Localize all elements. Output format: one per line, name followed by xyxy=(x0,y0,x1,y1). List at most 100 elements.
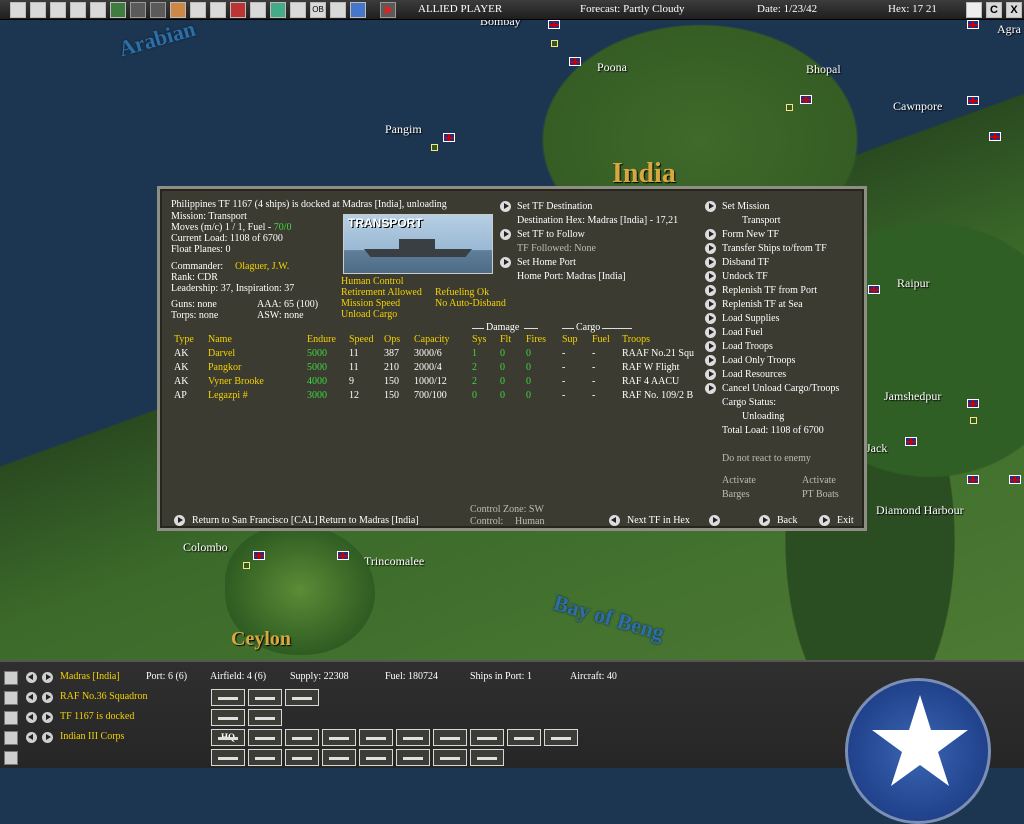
reports-icon[interactable] xyxy=(50,2,66,18)
menu-arrow-icon[interactable] xyxy=(705,229,716,240)
base-flag[interactable] xyxy=(569,57,581,66)
menu-arrow-icon[interactable] xyxy=(705,341,716,352)
menu-arrow-icon[interactable] xyxy=(705,299,716,310)
ship-name-link[interactable]: Legazpi # xyxy=(208,389,248,403)
set-follow-button[interactable]: Set TF to Follow xyxy=(517,228,585,242)
base-flag[interactable] xyxy=(443,133,455,142)
base-flag[interactable] xyxy=(548,20,560,29)
airbase-marker[interactable] xyxy=(551,40,558,47)
tf-status[interactable]: TF 1167 is docked xyxy=(60,711,134,722)
menu-arrow-icon[interactable] xyxy=(705,369,716,380)
prev-tf-icon[interactable] xyxy=(26,712,37,723)
ground-unit-button[interactable] xyxy=(322,729,356,746)
base-flag[interactable] xyxy=(868,285,880,294)
exit-button[interactable]: Exit xyxy=(837,514,854,528)
base-flag[interactable] xyxy=(967,475,979,484)
ground-unit-button[interactable] xyxy=(470,729,504,746)
unit-type-button[interactable] xyxy=(396,749,430,766)
prev-air-icon[interactable] xyxy=(26,692,37,703)
next-air-icon[interactable] xyxy=(42,692,53,703)
exit-arrow-icon[interactable] xyxy=(819,515,830,526)
air-unit-button[interactable] xyxy=(285,689,319,706)
header-col-fuel[interactable]: Fuel xyxy=(592,333,610,347)
menu-arrow-icon[interactable] xyxy=(705,355,716,366)
menu-arrow-icon[interactable] xyxy=(705,271,716,282)
next-tf-arrow-icon[interactable] xyxy=(709,515,720,526)
ground-unit-button[interactable] xyxy=(396,729,430,746)
unit-type-button[interactable] xyxy=(359,749,393,766)
ground-unit-button[interactable] xyxy=(359,729,393,746)
air-unit-name[interactable]: RAF No.36 Squadron xyxy=(60,691,148,702)
header-col-sys[interactable]: Sys xyxy=(472,333,486,347)
flag-toggle-icon[interactable] xyxy=(966,2,982,18)
unit-type-button[interactable] xyxy=(433,749,467,766)
header-col-speed[interactable]: Speed xyxy=(349,333,373,347)
ground-unit-button[interactable] xyxy=(507,729,541,746)
hq-button[interactable]: HQ xyxy=(211,729,245,746)
header-col-sup[interactable]: Sup xyxy=(562,333,578,347)
set-destination-arrow-icon[interactable] xyxy=(500,201,511,212)
header-col-ops[interactable]: Ops xyxy=(384,333,400,347)
star-icon[interactable] xyxy=(110,2,126,18)
replenish-port-button[interactable]: Replenish TF from Port xyxy=(722,284,817,298)
base-flag[interactable] xyxy=(1009,475,1021,484)
base-flag[interactable] xyxy=(967,20,979,29)
load-troops-button[interactable]: Load Troops xyxy=(722,340,773,354)
air-unit-button[interactable] xyxy=(248,689,282,706)
load-fuel-button[interactable]: Load Fuel xyxy=(722,326,763,340)
unit-type-button[interactable] xyxy=(470,749,504,766)
disband-tf-button[interactable]: Disband TF xyxy=(722,256,769,270)
intel-icon[interactable] xyxy=(70,2,86,18)
globe-icon[interactable] xyxy=(270,2,286,18)
load-resources-button[interactable]: Load Resources xyxy=(722,368,786,382)
menu-arrow-icon[interactable] xyxy=(705,257,716,268)
set-destination-button[interactable]: Set TF Destination xyxy=(517,200,592,214)
return-sf-arrow-icon[interactable] xyxy=(174,515,185,526)
base-flag[interactable] xyxy=(337,551,349,560)
toggle-auto-disband[interactable]: No Auto-Disband xyxy=(435,297,506,311)
set-mission-button[interactable]: Set Mission xyxy=(722,200,770,214)
load-only-troops-button[interactable]: Load Only Troops xyxy=(722,354,795,368)
header-col-name[interactable]: Name xyxy=(208,333,232,347)
save-icon[interactable] xyxy=(10,2,26,18)
base-flag[interactable] xyxy=(967,399,979,408)
ship-name-link[interactable]: Vyner Brooke xyxy=(208,375,264,389)
menu-arrow-icon[interactable] xyxy=(705,327,716,338)
color-icon[interactable] xyxy=(230,2,246,18)
base-name[interactable]: Madras [India] xyxy=(60,671,120,682)
base-flag[interactable] xyxy=(905,437,917,446)
unit-type-button[interactable] xyxy=(248,749,282,766)
list-icon[interactable] xyxy=(330,2,346,18)
header-col-type[interactable]: Type xyxy=(174,333,194,347)
ship-unit-button[interactable] xyxy=(248,709,282,726)
replenish-sea-button[interactable]: Replenish TF at Sea xyxy=(722,298,803,312)
plane2-icon[interactable] xyxy=(150,2,166,18)
commander-link[interactable]: Olaguer, J.W. xyxy=(235,260,289,274)
ground-unit-button[interactable] xyxy=(248,729,282,746)
menu-arrow-icon[interactable] xyxy=(705,383,716,394)
return-sf-button[interactable]: Return to San Francisco [CAL] xyxy=(192,514,318,528)
tf-icon[interactable] xyxy=(210,2,226,18)
next-tf-icon[interactable] xyxy=(42,712,53,723)
no-react-toggle[interactable]: Do not react to enemy xyxy=(722,452,811,466)
unit-type-button[interactable] xyxy=(211,749,245,766)
activate-pt-line2[interactable]: PT Boats xyxy=(802,488,839,502)
ground-unit-name[interactable]: Indian III Corps xyxy=(60,731,124,742)
end-turn-icon[interactable] xyxy=(380,2,396,18)
undock-tf-button[interactable]: Undock TF xyxy=(722,270,768,284)
cloud-icon[interactable] xyxy=(350,2,366,18)
ship-icon[interactable] xyxy=(190,2,206,18)
back-arrow-icon[interactable] xyxy=(759,515,770,526)
back-button[interactable]: Back xyxy=(777,514,798,528)
ground-unit-button[interactable] xyxy=(544,729,578,746)
airbase-marker[interactable] xyxy=(243,562,250,569)
ground-unit-button[interactable] xyxy=(433,729,467,746)
base-flag[interactable] xyxy=(967,96,979,105)
load-supplies-button[interactable]: Load Supplies xyxy=(722,312,780,326)
menu-arrow-icon[interactable] xyxy=(705,243,716,254)
activate-barges-line2[interactable]: Barges xyxy=(722,488,750,502)
prev-base-icon[interactable] xyxy=(26,672,37,683)
header-col-troops[interactable]: Troops xyxy=(622,333,650,347)
unit-type-button[interactable] xyxy=(322,749,356,766)
set-mission-arrow-icon[interactable] xyxy=(705,201,716,212)
